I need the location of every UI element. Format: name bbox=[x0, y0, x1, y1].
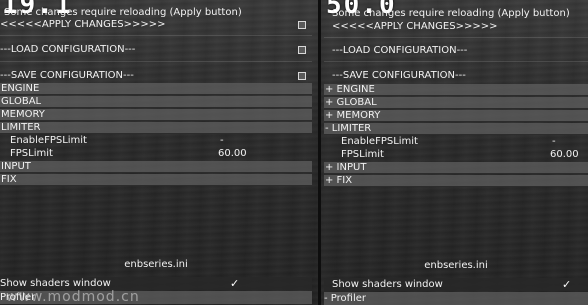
show-shaders-label: Show shaders window bbox=[332, 279, 443, 290]
category-fix[interactable]: FIX bbox=[0, 174, 312, 186]
panel-divider bbox=[318, 0, 321, 305]
enb-menu-left: 19.1 Some changes require reloading (App… bbox=[0, 0, 312, 305]
ini-file-label: enbseries.ini bbox=[124, 259, 188, 270]
category-engine[interactable]: ENGINE bbox=[0, 83, 312, 95]
separator bbox=[0, 61, 312, 62]
category-limiter[interactable]: - LIMITER bbox=[324, 123, 588, 135]
apply-changes-checkbox[interactable] bbox=[298, 21, 306, 29]
param-enable-fps-limit[interactable]: EnableFPSLimit - bbox=[324, 136, 588, 148]
param-fps-limit[interactable]: FPSLimit 60.00 bbox=[0, 148, 312, 160]
save-configuration-label: ---SAVE CONFIGURATION--- bbox=[0, 70, 134, 81]
profiler-category[interactable]: - Profiler bbox=[324, 292, 588, 305]
param-fps-limit[interactable]: FPSLimit 60.00 bbox=[324, 149, 588, 161]
category-memory[interactable]: + MEMORY bbox=[324, 110, 588, 122]
check-icon[interactable]: ✓ bbox=[562, 278, 571, 291]
save-configuration-label: ---SAVE CONFIGURATION--- bbox=[332, 70, 466, 81]
category-engine[interactable]: + ENGINE bbox=[324, 84, 588, 96]
save-configuration-button[interactable]: ---SAVE CONFIGURATION--- bbox=[0, 70, 312, 82]
param-value: - bbox=[552, 136, 556, 147]
category-global[interactable]: + GLOBAL bbox=[324, 97, 588, 109]
param-label: FPSLimit bbox=[10, 148, 53, 159]
load-configuration-checkbox[interactable] bbox=[298, 46, 306, 54]
apply-changes-label: <<<<<APPLY CHANGES>>>>> bbox=[0, 19, 166, 30]
save-configuration-button[interactable]: ---SAVE CONFIGURATION--- bbox=[332, 70, 588, 82]
param-label: EnableFPSLimit bbox=[10, 135, 87, 146]
check-icon[interactable]: ✓ bbox=[230, 277, 239, 290]
param-value: 60.00 bbox=[550, 149, 579, 160]
load-configuration-label: ---LOAD CONFIGURATION--- bbox=[332, 45, 468, 56]
separator bbox=[324, 37, 588, 38]
watermark-text: www.modmod.cn bbox=[6, 289, 140, 305]
category-input[interactable]: + INPUT bbox=[324, 162, 588, 174]
reload-note: Some changes require reloading (Apply bu… bbox=[332, 8, 570, 19]
param-value: 60.00 bbox=[218, 148, 247, 159]
apply-changes-button[interactable]: <<<<<APPLY CHANGES>>>>> bbox=[332, 21, 588, 33]
apply-changes-label: <<<<<APPLY CHANGES>>>>> bbox=[332, 21, 498, 32]
ini-file-label: enbseries.ini bbox=[424, 260, 488, 271]
show-shaders-option[interactable]: Show shaders window ✓ bbox=[324, 278, 588, 291]
param-enable-fps-limit[interactable]: EnableFPSLimit - bbox=[0, 135, 312, 147]
enb-menu-right: 50.0 Some changes require reloading (App… bbox=[324, 0, 588, 305]
category-limiter[interactable]: LIMITER bbox=[0, 122, 312, 134]
category-memory[interactable]: MEMORY bbox=[0, 109, 312, 121]
separator bbox=[324, 61, 588, 62]
reload-note: Some changes require reloading (Apply bu… bbox=[4, 7, 242, 18]
param-value: - bbox=[220, 135, 224, 146]
load-configuration-button[interactable]: ---LOAD CONFIGURATION--- bbox=[332, 45, 588, 57]
load-configuration-label: ---LOAD CONFIGURATION--- bbox=[0, 44, 136, 55]
param-label: EnableFPSLimit bbox=[341, 136, 418, 147]
apply-changes-button[interactable]: <<<<<APPLY CHANGES>>>>> bbox=[0, 19, 312, 31]
param-label: FPSLimit bbox=[341, 149, 384, 160]
save-configuration-checkbox[interactable] bbox=[298, 72, 306, 80]
category-fix[interactable]: + FIX bbox=[324, 175, 588, 187]
load-configuration-button[interactable]: ---LOAD CONFIGURATION--- bbox=[0, 44, 312, 56]
category-input[interactable]: INPUT bbox=[0, 161, 312, 173]
category-global[interactable]: GLOBAL bbox=[0, 96, 312, 108]
separator bbox=[0, 35, 312, 36]
